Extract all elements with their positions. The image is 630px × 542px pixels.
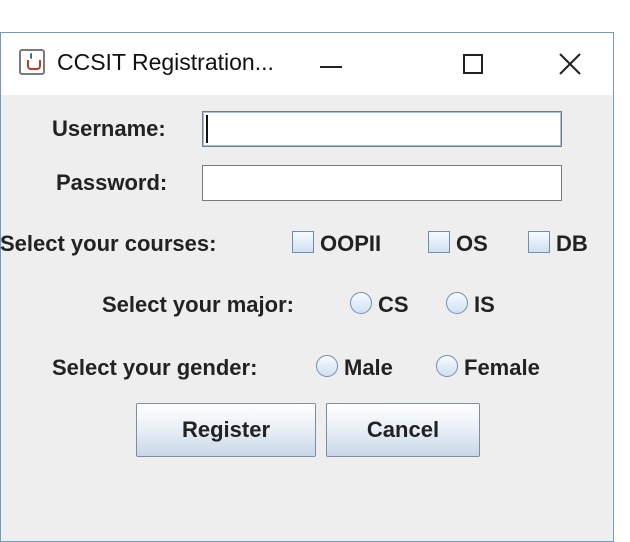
major-is-label[interactable]: IS: [474, 292, 495, 318]
close-icon: [559, 53, 581, 75]
gender-male-label[interactable]: Male: [344, 355, 393, 381]
gender-male-radio[interactable]: [316, 355, 338, 377]
title-bar[interactable]: CCSIT Registration...: [1, 33, 613, 95]
username-input[interactable]: [202, 111, 562, 147]
major-cs-radio[interactable]: [350, 292, 372, 314]
major-label: Select your major:: [102, 292, 294, 317]
minimize-icon: [320, 66, 342, 68]
gender-female-label[interactable]: Female: [464, 355, 540, 381]
course-os-label[interactable]: OS: [456, 231, 488, 257]
password-input[interactable]: [202, 165, 562, 201]
java-cup-icon[interactable]: [19, 49, 45, 75]
course-db-label[interactable]: DB: [556, 231, 588, 257]
registration-window: CCSIT Registration...: [0, 32, 614, 542]
text-caret: [206, 115, 208, 143]
course-db-checkbox[interactable]: [528, 231, 550, 253]
maximize-button[interactable]: [429, 33, 517, 95]
course-oopii-checkbox[interactable]: [292, 231, 314, 253]
course-os-checkbox[interactable]: [428, 231, 450, 253]
close-button[interactable]: [527, 33, 613, 95]
course-oopii-label[interactable]: OOPII: [320, 231, 381, 257]
maximize-icon: [463, 54, 483, 74]
register-button[interactable]: Register: [136, 403, 316, 457]
password-label: Password:: [56, 170, 168, 195]
major-cs-label[interactable]: CS: [378, 292, 409, 318]
minimize-button[interactable]: [287, 33, 375, 95]
courses-label: Select your courses:: [0, 231, 217, 256]
gender-label: Select your gender:: [52, 355, 258, 380]
window-title: CCSIT Registration...: [57, 49, 274, 75]
username-label: Username:: [52, 116, 166, 141]
major-is-radio[interactable]: [446, 292, 468, 314]
cancel-button[interactable]: Cancel: [326, 403, 480, 457]
gender-female-radio[interactable]: [436, 355, 458, 377]
